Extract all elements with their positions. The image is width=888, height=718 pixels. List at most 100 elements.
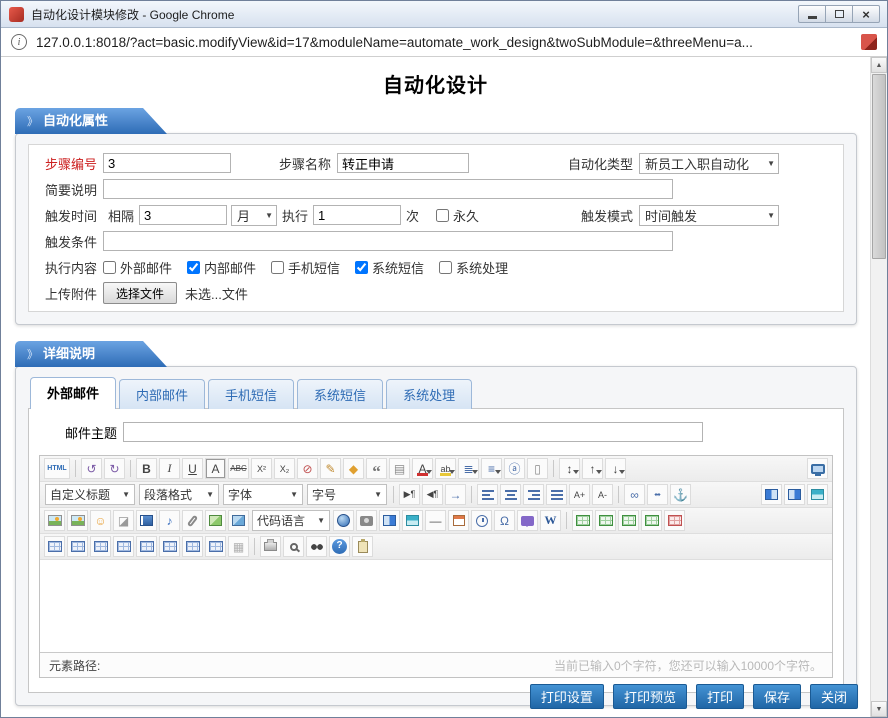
clock-icon[interactable] <box>471 510 492 531</box>
delete-col-icon[interactable] <box>205 536 226 557</box>
space-before-icon[interactable]: ↑ <box>582 458 603 479</box>
network-video-icon[interactable] <box>333 510 354 531</box>
detail-tab-5[interactable]: 系统处理 <box>386 379 472 409</box>
table-clear-icon[interactable]: ▦ <box>228 536 249 557</box>
layout-two-icon[interactable] <box>379 510 400 531</box>
print-settings-button[interactable]: 打印设置 <box>530 684 604 709</box>
title-bar[interactable]: 自动化设计模块修改 - Google Chrome × <box>1 1 887 28</box>
table-delete-icon[interactable] <box>664 510 685 531</box>
list-style-icon[interactable]: ⓐ <box>504 458 525 479</box>
delete-row-icon[interactable] <box>182 536 203 557</box>
close-page-button[interactable]: 关闭 <box>810 684 858 709</box>
table-insert-icon[interactable] <box>595 510 616 531</box>
horizontal-rule-icon[interactable]: — <box>425 510 446 531</box>
interval-unit-select[interactable]: 月 ▼ <box>231 205 277 226</box>
highlight-color-icon[interactable]: ab <box>435 458 456 479</box>
redo-icon[interactable]: ↻ <box>104 458 125 479</box>
detail-tab-3[interactable]: 手机短信 <box>208 379 294 409</box>
baidu-map-icon[interactable] <box>228 510 249 531</box>
trigger-cond-input[interactable] <box>103 231 673 251</box>
detail-tab-4[interactable]: 系统短信 <box>297 379 383 409</box>
close-button[interactable]: × <box>852 5 880 23</box>
layout-left-icon[interactable] <box>761 484 782 505</box>
source-icon[interactable]: HTML <box>44 458 70 479</box>
exec-option-1[interactable]: 外部邮件 <box>103 258 172 277</box>
subscript-icon[interactable]: X₂ <box>274 458 295 479</box>
unordered-list-icon[interactable]: ≡ <box>481 458 502 479</box>
scroll-down-icon[interactable]: ▼ <box>871 701 887 717</box>
font-family-select[interactable]: 字体▼ <box>223 484 303 505</box>
exec-option-checkbox[interactable] <box>439 261 452 274</box>
exec-option-3[interactable]: 手机短信 <box>271 258 340 277</box>
indent-icon[interactable]: → <box>445 484 466 505</box>
remove-format-icon[interactable]: ⊘ <box>297 458 318 479</box>
map-icon[interactable] <box>205 510 226 531</box>
image-icon[interactable] <box>44 510 65 531</box>
paste-text-icon[interactable] <box>352 536 373 557</box>
music-icon[interactable]: ♪ <box>159 510 180 531</box>
auto-type-select[interactable]: 新员工入职自动化 ▼ <box>639 153 779 174</box>
underline-icon[interactable]: U <box>182 458 203 479</box>
calendar-icon[interactable] <box>448 510 469 531</box>
comment-icon[interactable] <box>517 510 538 531</box>
strikethrough-icon[interactable]: ABC <box>228 458 249 479</box>
trigger-mode-select[interactable]: 时间触发 ▼ <box>639 205 779 226</box>
scroll-up-icon[interactable]: ▲ <box>871 57 887 73</box>
format-painter-icon[interactable]: ✎ <box>320 458 341 479</box>
insert-col-left-icon[interactable] <box>90 536 111 557</box>
minimize-button[interactable] <box>798 5 826 23</box>
multi-image-icon[interactable] <box>67 510 88 531</box>
link-icon[interactable]: ∞ <box>624 484 645 505</box>
font-border-icon[interactable]: A <box>205 458 226 479</box>
merge-cells-icon[interactable] <box>136 536 157 557</box>
align-justify-icon[interactable] <box>546 484 567 505</box>
align-center-icon[interactable] <box>500 484 521 505</box>
editor-content[interactable] <box>40 560 832 652</box>
print-button[interactable]: 打印 <box>696 684 744 709</box>
anchor-icon[interactable]: ⚓ <box>670 484 691 505</box>
align-right-icon[interactable] <box>523 484 544 505</box>
choose-file-button[interactable]: 选择文件 <box>103 282 177 304</box>
code-language-select[interactable]: 代码语言▼ <box>252 510 330 531</box>
blockquote-icon[interactable]: “ <box>366 458 387 479</box>
bold-icon[interactable]: B <box>136 458 157 479</box>
space-after-icon[interactable]: ↓ <box>605 458 626 479</box>
forever-checkbox[interactable] <box>436 209 449 222</box>
print-icon[interactable] <box>260 536 281 557</box>
layout-three-icon[interactable] <box>402 510 423 531</box>
font-size-select[interactable]: 字号▼ <box>307 484 387 505</box>
insert-col-right-icon[interactable] <box>113 536 134 557</box>
brief-input[interactable] <box>103 179 673 199</box>
word-clean-icon[interactable]: ◪ <box>113 510 134 531</box>
info-icon[interactable]: i <box>11 34 27 50</box>
page-break-icon[interactable]: ▤ <box>389 458 410 479</box>
superscript-icon[interactable]: X² <box>251 458 272 479</box>
quick-style-icon[interactable]: ◆ <box>343 458 364 479</box>
enlarge-font-icon[interactable]: A+ <box>569 484 590 505</box>
table-icon[interactable] <box>572 510 593 531</box>
detail-tab-1[interactable]: 外部邮件 <box>30 377 116 409</box>
italic-icon[interactable]: I <box>159 458 180 479</box>
split-cells-icon[interactable] <box>159 536 180 557</box>
find-replace-icon[interactable] <box>306 536 327 557</box>
help-icon[interactable] <box>329 536 350 557</box>
word-import-icon[interactable]: W <box>540 510 561 531</box>
heading-style-select[interactable]: 自定义标题▼ <box>45 484 135 505</box>
exec-option-checkbox[interactable] <box>103 261 116 274</box>
align-left-icon[interactable] <box>477 484 498 505</box>
layout-split-icon[interactable] <box>807 484 828 505</box>
insert-row-above-icon[interactable] <box>44 536 65 557</box>
undo-icon[interactable]: ↺ <box>81 458 102 479</box>
preview-icon[interactable] <box>283 536 304 557</box>
cell-props-icon[interactable] <box>641 510 662 531</box>
scrollbar-thumb[interactable] <box>872 74 886 259</box>
table-props-icon[interactable] <box>618 510 639 531</box>
exec-option-checkbox[interactable] <box>271 261 284 274</box>
step-number-input[interactable] <box>103 153 231 173</box>
mail-subject-input[interactable] <box>123 422 703 442</box>
page-scrollbar[interactable]: ▲ ▼ <box>870 57 887 717</box>
font-color-icon[interactable]: A <box>412 458 433 479</box>
insert-row-below-icon[interactable] <box>67 536 88 557</box>
screenshot-icon[interactable] <box>356 510 377 531</box>
attachment-icon[interactable] <box>182 510 203 531</box>
